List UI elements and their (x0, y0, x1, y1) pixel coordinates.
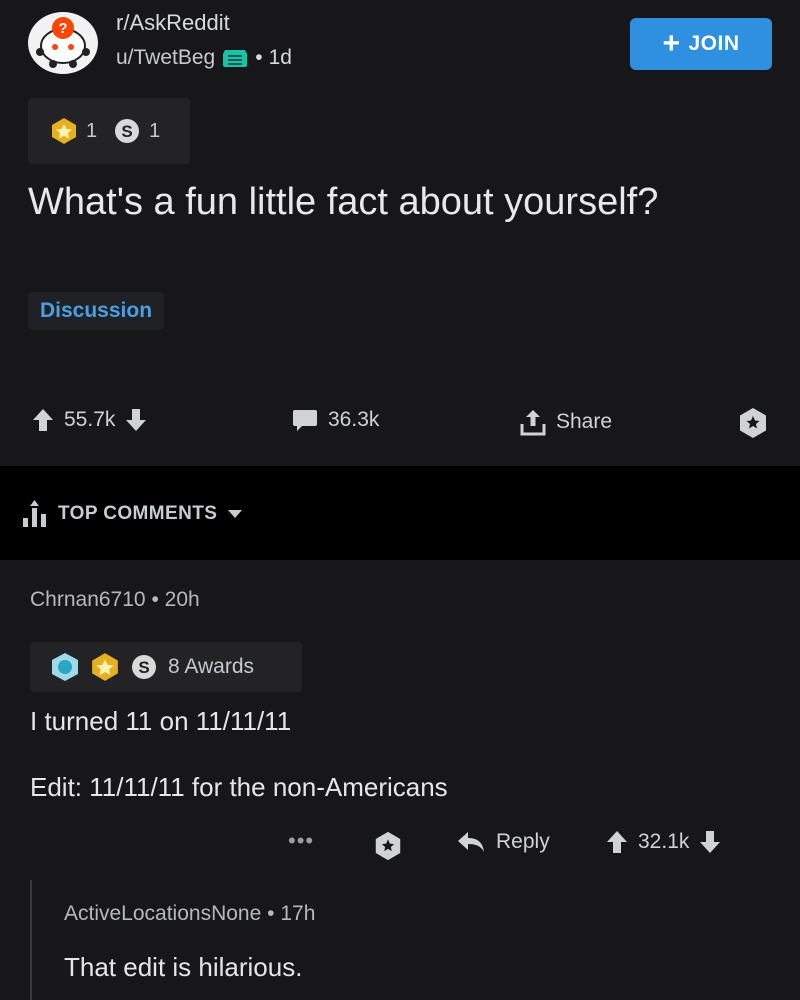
save-icon (740, 408, 766, 438)
post-author[interactable]: u/TwetBeg (116, 46, 215, 70)
comment-save-button[interactable] (372, 830, 404, 862)
share-button[interactable]: Share (520, 408, 612, 436)
comment-age: 20h (164, 588, 200, 611)
reply-meta: ActiveLocationsNone • 17h (64, 902, 315, 926)
join-label: JOIN (688, 32, 740, 55)
top-sort-icon (23, 500, 46, 527)
downvote-icon[interactable] (125, 408, 147, 432)
post-score: 55.7k (64, 408, 116, 431)
platinum-award-icon (52, 653, 78, 681)
plus-icon: + (662, 27, 681, 60)
post-vote-group: 55.7k (32, 408, 147, 432)
sort-label: TOP COMMENTS (58, 503, 218, 524)
save-icon (375, 831, 401, 861)
comment-count: 36.3k (328, 408, 380, 431)
comment-action-bar: ••• Reply 32.1k (0, 822, 800, 870)
thread-line[interactable] (30, 880, 32, 1000)
more-options-button[interactable]: ••• (288, 828, 314, 854)
post-author-line: u/TwetBeg • 1d (116, 46, 292, 70)
subreddit-name[interactable]: r/AskReddit (116, 10, 230, 36)
comment-icon (293, 410, 317, 431)
upvote-icon[interactable] (32, 408, 54, 432)
reply-button[interactable]: Reply (456, 830, 550, 854)
comment-awards[interactable]: S 8 Awards (30, 642, 302, 692)
comment-meta: Chrnan6710 • 20h (30, 588, 200, 612)
reply-body: That edit is hilarious. (64, 952, 303, 982)
post-action-bar: 55.7k 36.3k Share (0, 398, 800, 454)
separator-dot: • (151, 588, 159, 611)
svg-text:S: S (121, 122, 132, 141)
subreddit-avatar[interactable]: ? (28, 12, 98, 74)
silver-award-count: 1 (149, 119, 161, 142)
comment-author[interactable]: Chrnan6710 (30, 588, 146, 611)
reply-author[interactable]: ActiveLocationsNone (64, 902, 261, 925)
comment-body-line: Edit: 11/11/11 for the non-Americans (30, 772, 448, 802)
awards-count-label: 8 Awards (168, 655, 254, 678)
gold-award-icon (92, 653, 118, 681)
gold-award-icon (52, 118, 76, 144)
comment-vote-group: 32.1k (606, 830, 721, 854)
reply-label: Reply (496, 830, 550, 853)
snoo-avatar-icon: ? (36, 17, 90, 68)
sort-comments-button[interactable]: TOP COMMENTS (22, 500, 243, 528)
caret-down-icon (228, 510, 243, 518)
separator-dot: • (255, 46, 263, 69)
share-label: Share (556, 410, 613, 433)
join-button[interactable]: + JOIN (630, 18, 772, 70)
gold-award-count: 1 (86, 119, 98, 142)
reply-arrow-icon (458, 832, 484, 852)
flair-badge-icon (221, 47, 249, 69)
separator-dot: • (267, 902, 275, 925)
post-title[interactable]: What's a fun little fact about yourself? (28, 178, 768, 227)
upvote-icon[interactable] (606, 830, 628, 854)
comment-body-line: I turned 11 on 11/11/11 (30, 706, 292, 736)
post-flair[interactable]: Discussion (28, 292, 165, 330)
save-button[interactable] (736, 406, 770, 440)
comments-button[interactable]: 36.3k (292, 408, 379, 432)
comment-score: 32.1k (638, 830, 690, 853)
svg-text:S: S (138, 658, 149, 677)
svg-text:?: ? (58, 20, 67, 37)
share-icon (520, 410, 546, 436)
post-awards[interactable]: 1 S 1 (28, 98, 190, 164)
reply-age: 17h (280, 902, 316, 925)
silver-award-icon: S (132, 655, 156, 679)
silver-award-icon: S (115, 119, 140, 143)
downvote-icon[interactable] (699, 830, 721, 854)
post-age: 1d (268, 46, 292, 69)
